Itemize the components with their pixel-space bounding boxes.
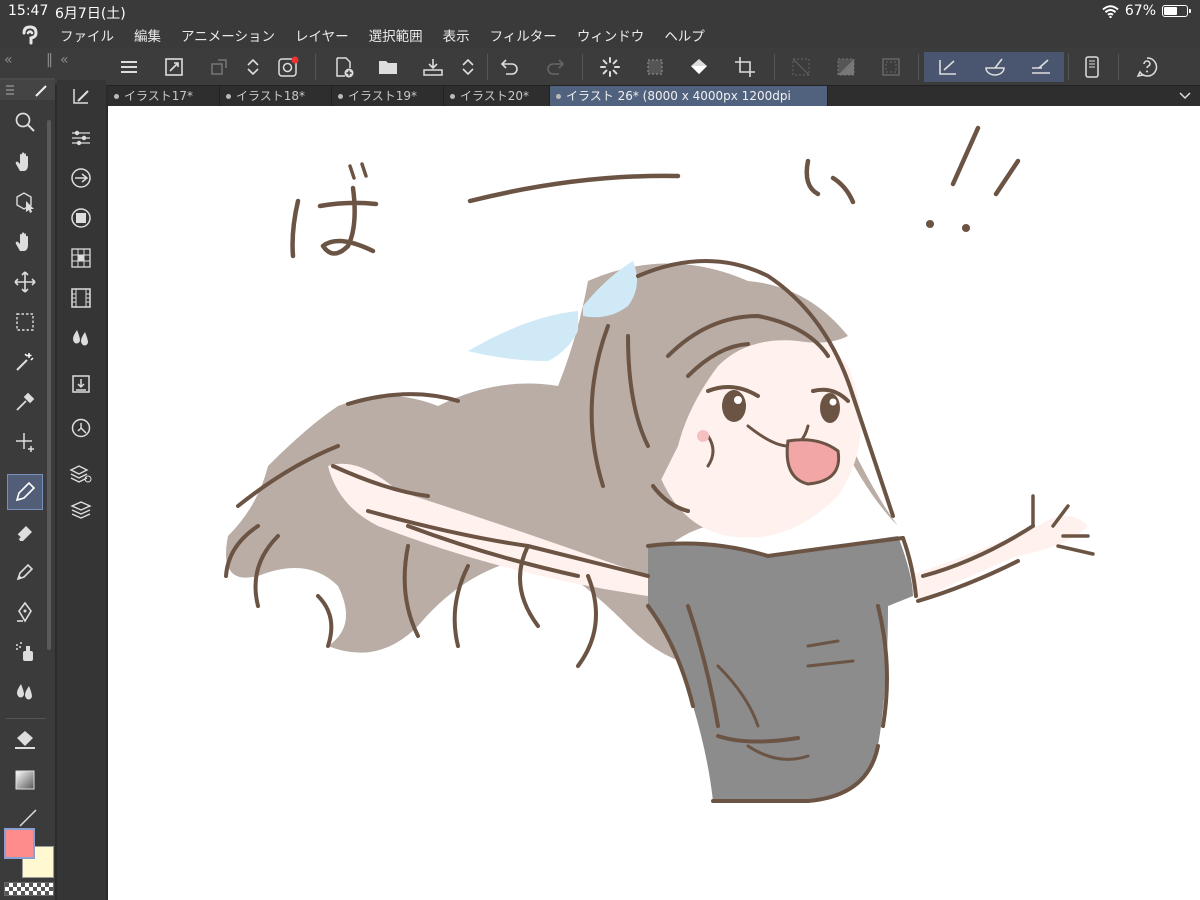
canvas-size-icon[interactable]	[159, 52, 189, 82]
tool-scrollbar[interactable]	[47, 120, 51, 650]
select-all-icon[interactable]	[640, 52, 670, 82]
navigator-icon[interactable]	[65, 162, 97, 194]
main-color-swatch[interactable]	[4, 828, 35, 859]
line-tool-icon[interactable]	[18, 808, 38, 828]
tab-illust18[interactable]: イラスト18*	[220, 86, 332, 106]
selection-icon[interactable]	[7, 304, 43, 340]
redo-icon[interactable]	[540, 52, 570, 82]
hand-icon[interactable]	[7, 224, 43, 260]
menu-bar: ファイル 編集 アニメーション レイヤー 選択範囲 表示 フィルター ウィンドウ…	[0, 22, 1200, 48]
tab-illust26[interactable]: イラスト 26* (8000 x 4000px 1200dpi 52.2%)	[550, 86, 828, 123]
menu-selection[interactable]: 選択範囲	[369, 25, 423, 45]
layers-icon[interactable]	[65, 494, 97, 526]
record-icon[interactable]	[273, 52, 303, 82]
pen-icon[interactable]	[7, 474, 43, 510]
invert-icon[interactable]	[831, 52, 861, 82]
airbrush-icon[interactable]	[7, 634, 43, 670]
date: 6月7日(土)	[55, 6, 126, 22]
menu-animation[interactable]: アニメーション	[181, 25, 275, 45]
battery-percent: 67%	[1124, 3, 1156, 19]
battery-icon	[1162, 5, 1191, 17]
tab-illust20[interactable]: イラスト20*	[444, 86, 550, 106]
ruler-snap-icon[interactable]	[924, 52, 972, 82]
app-logo-icon[interactable]	[0, 24, 60, 46]
pencil-icon[interactable]	[7, 554, 43, 590]
tab-label: イラスト19*	[348, 89, 418, 103]
sub-palette	[57, 80, 106, 900]
save-icon[interactable]	[418, 52, 448, 82]
menu-view[interactable]: 表示	[443, 25, 470, 45]
undo-icon[interactable]	[495, 52, 525, 82]
tab-label: イラスト20*	[460, 89, 530, 103]
fill-icon[interactable]	[7, 722, 43, 758]
hand-icon[interactable]	[7, 144, 43, 180]
outline-icon[interactable]	[876, 52, 906, 82]
device-icon[interactable]	[1077, 52, 1107, 82]
material-icon[interactable]	[65, 242, 97, 274]
fill-icon[interactable]	[685, 52, 715, 82]
menu-layer[interactable]: レイヤー	[295, 25, 349, 45]
eraser-icon[interactable]	[7, 514, 43, 550]
collapse-left-icon[interactable]: «	[4, 52, 13, 68]
layer-property-icon[interactable]	[65, 202, 97, 234]
transparent-color-swatch[interactable]	[4, 882, 54, 896]
save-stepper-icon[interactable]	[455, 52, 481, 82]
blend-icon[interactable]	[7, 674, 43, 710]
history-icon[interactable]	[65, 412, 97, 444]
deselect-icon[interactable]	[786, 52, 816, 82]
menu-file[interactable]: ファイル	[60, 25, 114, 45]
menu-icon[interactable]	[114, 52, 144, 82]
loading-icon[interactable]	[595, 52, 625, 82]
chevron-down-icon[interactable]	[1178, 90, 1192, 102]
grip-icon[interactable]: ‖	[46, 52, 53, 68]
tool-palette-header	[0, 80, 55, 100]
command-bar: « ‖ «	[0, 48, 1200, 86]
vector-pen-icon[interactable]	[7, 594, 43, 630]
tab-illust17[interactable]: イラスト17*	[108, 86, 220, 106]
sparkle-icon[interactable]	[7, 424, 43, 460]
transform-icon[interactable]	[204, 52, 234, 82]
illustration	[224, 125, 1095, 803]
stepper-icon[interactable]	[240, 52, 266, 82]
help-icon[interactable]	[1132, 52, 1162, 82]
new-file-icon[interactable]	[329, 52, 359, 82]
gradient-icon[interactable]	[7, 762, 43, 798]
crop-icon[interactable]	[730, 52, 760, 82]
menu-window[interactable]: ウィンドウ	[577, 25, 645, 45]
import-icon[interactable]	[65, 368, 97, 400]
menu-filter[interactable]: フィルター	[490, 25, 557, 45]
menu-help[interactable]: ヘルプ	[664, 25, 705, 45]
object-icon[interactable]	[7, 184, 43, 220]
brush-size-icon[interactable]	[65, 82, 97, 114]
document-tabs: イラスト17* イラスト18* イラスト19* イラスト20* イラスト 26*…	[108, 86, 1200, 123]
drawing-canvas[interactable]	[108, 106, 1200, 900]
collapse-sub-icon[interactable]: «	[60, 52, 69, 68]
move-icon[interactable]	[7, 264, 43, 300]
sliders-icon[interactable]	[65, 122, 97, 154]
line-snap-icon[interactable]	[1018, 52, 1064, 82]
zoom-icon[interactable]	[7, 104, 43, 140]
status-bar: 15:47 6月7日(土) 67%	[0, 0, 1200, 22]
brush-snap-icon[interactable]	[972, 52, 1018, 82]
layers-search-icon[interactable]	[65, 458, 97, 490]
color-icon[interactable]	[65, 322, 97, 354]
menu-edit[interactable]: 編集	[134, 25, 161, 45]
tab-label: イラスト17*	[124, 89, 194, 103]
tab-illust19[interactable]: イラスト19*	[332, 86, 444, 106]
open-icon[interactable]	[374, 52, 404, 82]
wand-icon[interactable]	[7, 344, 43, 380]
clock: 15:47	[8, 3, 49, 19]
film-icon[interactable]	[65, 282, 97, 314]
wifi-icon	[1102, 4, 1119, 18]
eyedropper-icon[interactable]	[7, 384, 43, 420]
tab-label: イラスト18*	[236, 89, 306, 103]
